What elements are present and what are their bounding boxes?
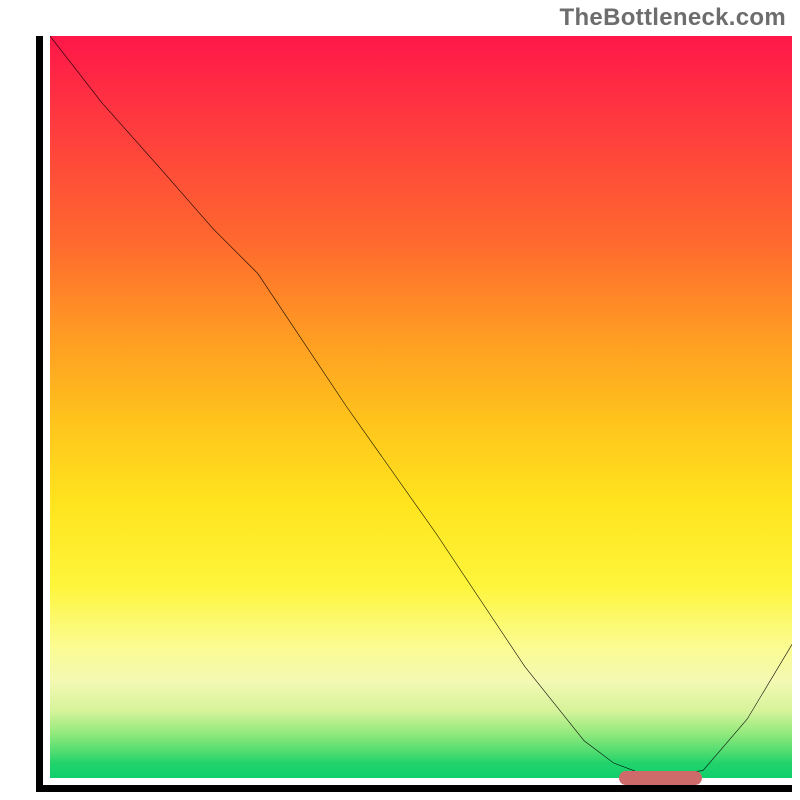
- chart-frame: [36, 36, 792, 792]
- chart-line-path: [50, 36, 792, 774]
- chart-line: [50, 36, 792, 778]
- watermark-text: TheBottleneck.com: [560, 4, 786, 32]
- chart-annotation-pill: [619, 771, 701, 785]
